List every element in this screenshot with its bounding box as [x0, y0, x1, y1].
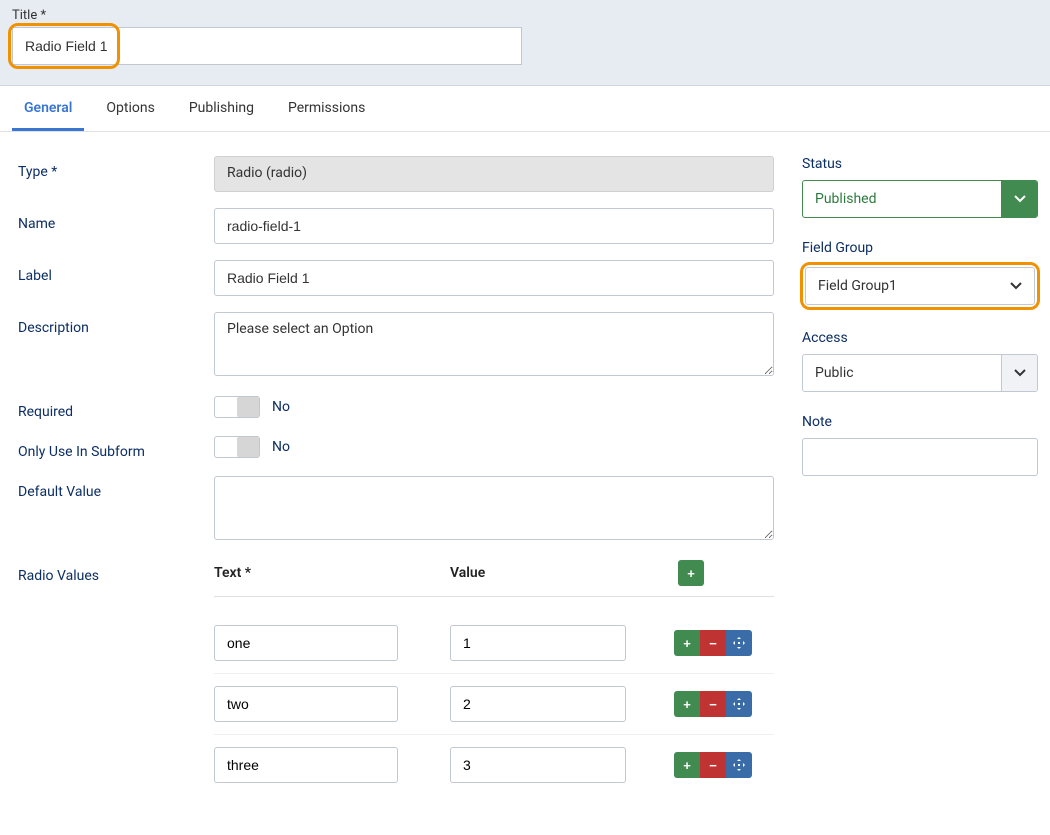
fieldgroup-value: Field Group1	[806, 278, 998, 294]
rv-value-input[interactable]	[450, 686, 626, 722]
tab-options[interactable]: Options	[94, 86, 166, 131]
title-input[interactable]	[12, 27, 522, 65]
status-value: Published	[803, 191, 1001, 207]
rv-row: + −	[214, 674, 774, 735]
required-label: Required	[18, 396, 214, 420]
rv-text-input[interactable]	[214, 747, 398, 783]
rv-value-input[interactable]	[450, 625, 626, 661]
fieldgroup-label: Field Group	[802, 240, 1038, 256]
rv-move-button[interactable]	[726, 752, 752, 778]
rv-row: + −	[214, 735, 774, 795]
move-icon	[733, 759, 745, 771]
description-label: Description	[18, 312, 214, 336]
type-value: Radio (radio)	[214, 156, 774, 192]
rv-col-text-header: Text *	[214, 565, 450, 581]
access-select[interactable]: Public	[802, 354, 1038, 392]
highlight-fieldgroup: Field Group1	[800, 262, 1040, 310]
type-label: Type *	[18, 156, 214, 180]
note-label: Note	[802, 414, 1038, 430]
plus-icon: +	[683, 697, 691, 712]
rv-move-button[interactable]	[726, 630, 752, 656]
required-value-text: No	[272, 399, 290, 415]
required-toggle[interactable]	[214, 396, 260, 418]
minus-icon: −	[709, 697, 717, 712]
access-label: Access	[802, 330, 1038, 346]
move-icon	[733, 698, 745, 710]
subform-toggle[interactable]	[214, 436, 260, 458]
rv-add-row-button[interactable]: +	[678, 560, 704, 586]
name-label: Name	[18, 208, 214, 232]
status-select[interactable]: Published	[802, 180, 1038, 218]
minus-icon: −	[709, 758, 717, 773]
access-value: Public	[803, 365, 1001, 381]
rv-col-value-header: Value	[450, 565, 670, 581]
minus-icon: −	[709, 636, 717, 651]
move-icon	[733, 637, 745, 649]
subform-label: Only Use In Subform	[18, 436, 214, 460]
rv-add-button[interactable]: +	[674, 630, 700, 656]
tab-permissions[interactable]: Permissions	[276, 86, 377, 131]
title-label: Title *	[12, 8, 1038, 23]
rv-move-button[interactable]	[726, 691, 752, 717]
default-textarea[interactable]	[214, 476, 774, 540]
fieldgroup-select[interactable]: Field Group1	[805, 267, 1035, 305]
radiovalues-label: Radio Values	[18, 560, 214, 584]
note-input[interactable]	[802, 438, 1038, 476]
title-section: Title *	[0, 0, 1050, 86]
tab-bar: General Options Publishing Permissions	[0, 86, 1050, 132]
chevron-down-icon	[1001, 355, 1037, 391]
chevron-down-icon	[1001, 181, 1037, 217]
default-label: Default Value	[18, 476, 214, 500]
rv-text-input[interactable]	[214, 625, 398, 661]
tab-general[interactable]: General	[12, 86, 84, 131]
status-label: Status	[802, 156, 1038, 172]
label-input[interactable]	[214, 260, 774, 296]
rv-remove-button[interactable]: −	[700, 630, 726, 656]
chevron-down-icon	[998, 268, 1034, 304]
plus-icon: +	[683, 758, 691, 773]
plus-icon: +	[687, 566, 695, 581]
name-input[interactable]	[214, 208, 774, 244]
label-label: Label	[18, 260, 214, 284]
description-textarea[interactable]	[214, 312, 774, 376]
subform-value-text: No	[272, 439, 290, 455]
tab-publishing[interactable]: Publishing	[177, 86, 266, 131]
rv-value-input[interactable]	[450, 747, 626, 783]
rv-text-input[interactable]	[214, 686, 398, 722]
rv-add-button[interactable]: +	[674, 752, 700, 778]
rv-remove-button[interactable]: −	[700, 691, 726, 717]
rv-add-button[interactable]: +	[674, 691, 700, 717]
plus-icon: +	[683, 636, 691, 651]
rv-remove-button[interactable]: −	[700, 752, 726, 778]
rv-row: + −	[214, 613, 774, 674]
